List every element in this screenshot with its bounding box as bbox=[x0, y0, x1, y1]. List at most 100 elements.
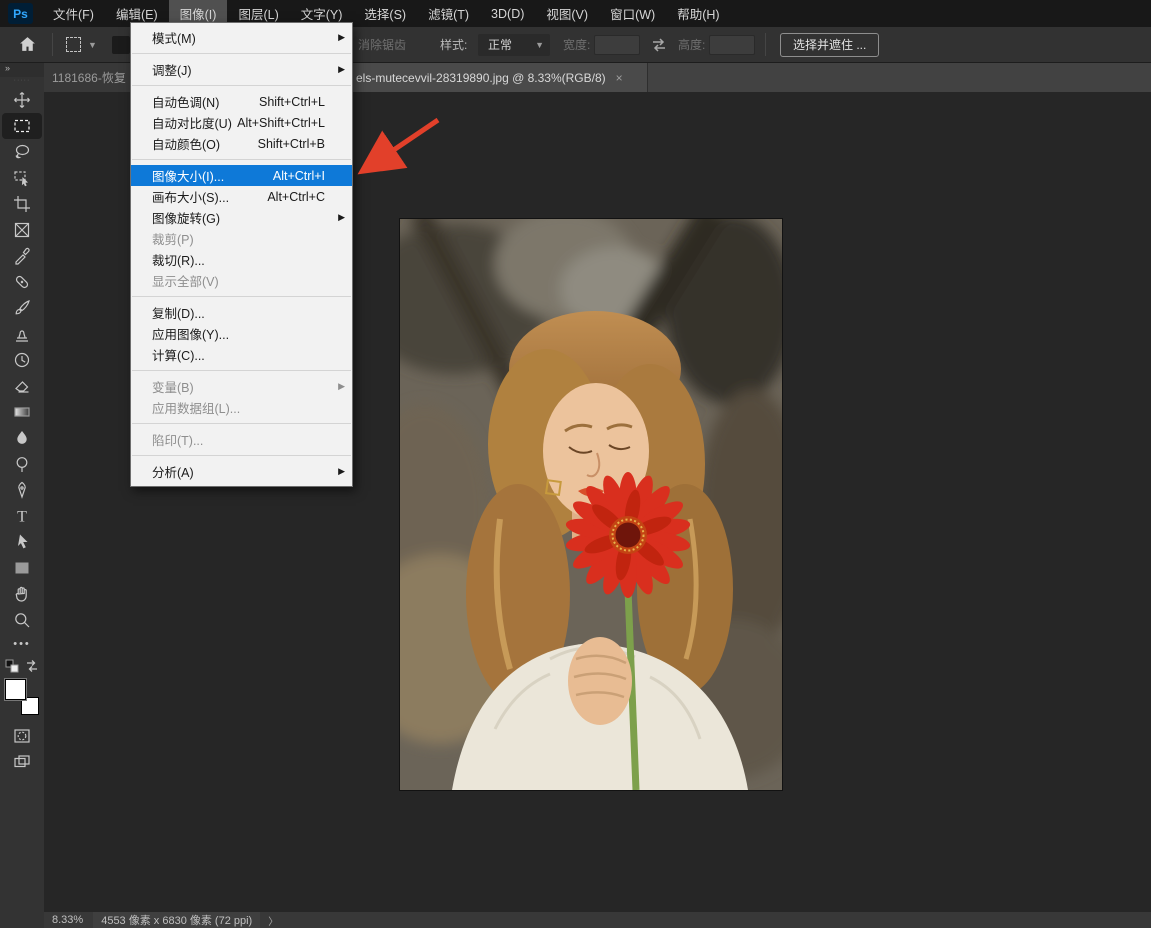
lasso-tool-icon bbox=[13, 143, 31, 161]
eyedropper-tool[interactable] bbox=[2, 243, 42, 269]
style-label: 样式: bbox=[440, 27, 467, 62]
history-brush-tool[interactable] bbox=[2, 347, 42, 373]
select-and-mask-button[interactable]: 选择并遮住 ... bbox=[780, 27, 879, 62]
zoom-level[interactable]: 8.33% bbox=[44, 914, 93, 926]
eraser-tool[interactable] bbox=[2, 373, 42, 399]
style-dropdown[interactable]: 正常 ▼ bbox=[478, 27, 550, 62]
move-tool[interactable] bbox=[2, 87, 42, 113]
pen-tool-icon bbox=[13, 481, 31, 499]
menu-separator bbox=[132, 370, 351, 371]
submenu-arrow-icon: ▶ bbox=[338, 381, 345, 392]
menubar-window[interactable]: 窗口(W) bbox=[599, 0, 666, 27]
healing-brush-tool-icon bbox=[13, 273, 31, 291]
height-field[interactable] bbox=[709, 27, 755, 62]
crop-tool[interactable] bbox=[2, 191, 42, 217]
quick-mask-icon bbox=[13, 727, 31, 745]
swap-colors-icon[interactable] bbox=[25, 659, 39, 673]
dodge-tool[interactable] bbox=[2, 451, 42, 477]
type-tool[interactable]: T bbox=[2, 503, 42, 529]
hand-tool[interactable] bbox=[2, 581, 42, 607]
submenu-arrow-icon: ▶ bbox=[338, 32, 345, 43]
status-bar: 8.33% 4553 像素 x 6830 像素 (72 ppi) 〉 bbox=[44, 912, 1151, 928]
width-field[interactable] bbox=[594, 27, 640, 62]
menu-separator bbox=[132, 455, 351, 456]
tab-label: 1181686-恢复 bbox=[52, 69, 126, 86]
pen-tool[interactable] bbox=[2, 477, 42, 503]
dodge-tool-icon bbox=[13, 455, 31, 473]
menu-item-auto-color[interactable]: 自动颜色(O)Shift+Ctrl+B bbox=[131, 133, 352, 154]
healing-brush-tool[interactable] bbox=[2, 269, 42, 295]
collapse-panel-icon[interactable]: » bbox=[0, 63, 44, 77]
blur-tool[interactable] bbox=[2, 425, 42, 451]
rectangular-marquee-tool[interactable] bbox=[2, 113, 42, 139]
brush-tool[interactable] bbox=[2, 295, 42, 321]
tools-panel: » ····· T ••• bbox=[0, 63, 44, 928]
rectangle-tool[interactable] bbox=[2, 555, 42, 581]
menu-item-crop: 裁剪(P) bbox=[131, 228, 352, 249]
close-tab-icon[interactable]: × bbox=[616, 71, 623, 85]
menu-item-image-size[interactable]: 图像大小(I)...Alt+Ctrl+I bbox=[131, 165, 352, 186]
menu-item-trap: 陷印(T)... bbox=[131, 429, 352, 450]
crop-tool-icon bbox=[13, 195, 31, 213]
width-label: 宽度: bbox=[563, 27, 590, 62]
quick-mask-mode[interactable] bbox=[2, 723, 42, 749]
menu-item-auto-tone[interactable]: 自动色调(N)Shift+Ctrl+L bbox=[131, 91, 352, 112]
photoshop-window: Ps 文件(F) 编辑(E) 图像(I) 图层(L) 文字(Y) 选择(S) 滤… bbox=[0, 0, 1151, 928]
screen-mode-icon bbox=[13, 753, 31, 771]
zoom-tool[interactable] bbox=[2, 607, 42, 633]
menu-item-image-rotation[interactable]: 图像旋转(G)▶ bbox=[131, 207, 352, 228]
clone-stamp-tool-icon bbox=[13, 325, 31, 343]
menubar-3d[interactable]: 3D(D) bbox=[480, 0, 535, 27]
marquee-preview-icon bbox=[66, 37, 81, 52]
menu-separator bbox=[132, 159, 351, 160]
edit-toolbar-icon[interactable]: ••• bbox=[13, 633, 31, 655]
menu-item-analysis[interactable]: 分析(A)▶ bbox=[131, 461, 352, 482]
screen-mode[interactable] bbox=[2, 749, 42, 775]
menu-item-calculations[interactable]: 计算(C)... bbox=[131, 344, 352, 365]
foreground-background-swatches[interactable] bbox=[5, 679, 39, 715]
menubar-help[interactable]: 帮助(H) bbox=[666, 0, 730, 27]
menubar-select[interactable]: 选择(S) bbox=[353, 0, 417, 27]
menu-item-trim[interactable]: 裁切(R)... bbox=[131, 249, 352, 270]
gradient-tool-icon bbox=[13, 403, 31, 421]
chevron-down-icon: ▼ bbox=[535, 40, 544, 50]
menu-item-adjustments[interactable]: 调整(J)▶ bbox=[131, 59, 352, 80]
home-button[interactable] bbox=[18, 27, 37, 62]
move-tool-icon bbox=[13, 91, 31, 109]
menu-item-apply-data-set: 应用数据组(L)... bbox=[131, 397, 352, 418]
menubar-filter[interactable]: 滤镜(T) bbox=[417, 0, 480, 27]
menu-item-reveal-all: 显示全部(V) bbox=[131, 270, 352, 291]
submenu-arrow-icon: ▶ bbox=[338, 212, 345, 223]
menu-item-canvas-size[interactable]: 画布大小(S)...Alt+Ctrl+C bbox=[131, 186, 352, 207]
color-controls bbox=[5, 655, 39, 677]
object-selection-tool-icon bbox=[13, 169, 31, 187]
foreground-color-swatch[interactable] bbox=[5, 679, 26, 700]
zoom-tool-icon bbox=[13, 611, 31, 629]
chevron-down-icon: ▼ bbox=[88, 40, 97, 50]
frame-tool[interactable] bbox=[2, 217, 42, 243]
submenu-arrow-icon: ▶ bbox=[338, 64, 345, 75]
path-selection-tool[interactable] bbox=[2, 529, 42, 555]
swap-dimensions-icon[interactable] bbox=[650, 27, 668, 62]
default-colors-icon[interactable] bbox=[5, 659, 19, 673]
menu-item-auto-contrast[interactable]: 自动对比度(U)Alt+Shift+Ctrl+L bbox=[131, 112, 352, 133]
document-info[interactable]: 4553 像素 x 6830 像素 (72 ppi) bbox=[93, 912, 260, 928]
menu-item-mode[interactable]: 模式(M)▶ bbox=[131, 27, 352, 48]
type-tool-icon: T bbox=[13, 507, 31, 525]
status-chevron-icon[interactable]: 〉 bbox=[268, 913, 278, 928]
gradient-tool[interactable] bbox=[2, 399, 42, 425]
menu-item-duplicate[interactable]: 复制(D)... bbox=[131, 302, 352, 323]
blur-tool-icon bbox=[13, 429, 31, 447]
clone-stamp-tool[interactable] bbox=[2, 321, 42, 347]
submenu-arrow-icon: ▶ bbox=[338, 466, 345, 477]
menubar-file[interactable]: 文件(F) bbox=[42, 0, 105, 27]
lasso-tool[interactable] bbox=[2, 139, 42, 165]
tool-options-chip[interactable] bbox=[112, 27, 130, 62]
menu-item-apply-image[interactable]: 应用图像(Y)... bbox=[131, 323, 352, 344]
document-image[interactable] bbox=[400, 219, 782, 790]
menubar-view[interactable]: 视图(V) bbox=[535, 0, 599, 27]
tab-label: els-mutecevvil-28319890.jpg @ 8.33%(RGB/… bbox=[356, 71, 606, 85]
tool-preset-marquee[interactable]: ▼ bbox=[66, 27, 97, 62]
object-selection-tool[interactable] bbox=[2, 165, 42, 191]
panel-grip[interactable]: ····· bbox=[14, 77, 31, 87]
